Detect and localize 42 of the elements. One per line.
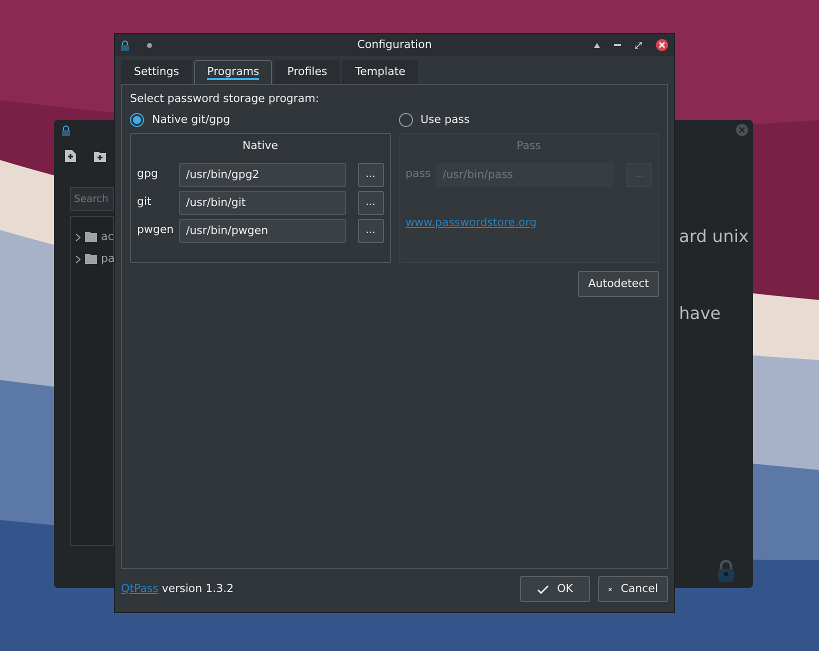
maximize-icon[interactable] (635, 42, 642, 48)
pin-icon[interactable] (147, 42, 152, 48)
folder-icon (85, 254, 97, 264)
body-text: have (679, 303, 721, 326)
radio-option[interactable]: Native git/gpg (130, 111, 390, 129)
version-text: QtPass version 1.3.2 (121, 580, 234, 597)
window-title: Configuration (357, 38, 432, 51)
prompt-label: Select password storage program: (130, 90, 320, 106)
cancel-button[interactable]: Cancel (598, 576, 668, 602)
path-field[interactable]: /usr/bin/git (179, 190, 346, 214)
close-icon[interactable] (656, 39, 668, 51)
browse-button[interactable]: ... (358, 218, 384, 242)
tree-item[interactable]: pa (75, 251, 115, 268)
lock-icon[interactable] (62, 125, 70, 136)
keep-above-icon[interactable] (594, 42, 600, 48)
path-field[interactable]: /usr/bin/gpg2 (179, 162, 346, 186)
chevron-icon[interactable] (75, 254, 81, 264)
chevron-icon[interactable] (75, 232, 81, 242)
path-field[interactable]: /usr/bin/pwgen (179, 218, 346, 242)
tab[interactable]: Template (342, 60, 418, 84)
ok-button[interactable]: OK (520, 576, 590, 602)
tab[interactable]: Settings (121, 60, 192, 84)
lock-icon (718, 560, 734, 582)
browse-button[interactable]: ... (358, 190, 384, 214)
browse-button[interactable]: ... (358, 162, 384, 186)
new-folder-icon[interactable] (94, 151, 106, 162)
field-label: pwgen (137, 222, 171, 238)
field-label: gpg (137, 166, 159, 182)
tab[interactable]: Profiles (274, 60, 340, 84)
group-title: Native (241, 138, 280, 154)
group-title: Pass (516, 138, 542, 154)
lock-icon[interactable] (121, 40, 129, 50)
folder-icon (85, 232, 97, 242)
new-file-icon[interactable] (65, 150, 76, 162)
check-icon (537, 584, 550, 594)
tab[interactable]: Programs (194, 60, 272, 84)
body-text: ard unix (679, 226, 749, 249)
tree-item[interactable]: ac (75, 229, 114, 246)
field-label: git (137, 194, 152, 210)
radio-option[interactable]: Use pass (398, 111, 659, 129)
autodetect-button[interactable]: Autodetect (578, 271, 659, 297)
search-field[interactable]: Search (70, 187, 114, 211)
